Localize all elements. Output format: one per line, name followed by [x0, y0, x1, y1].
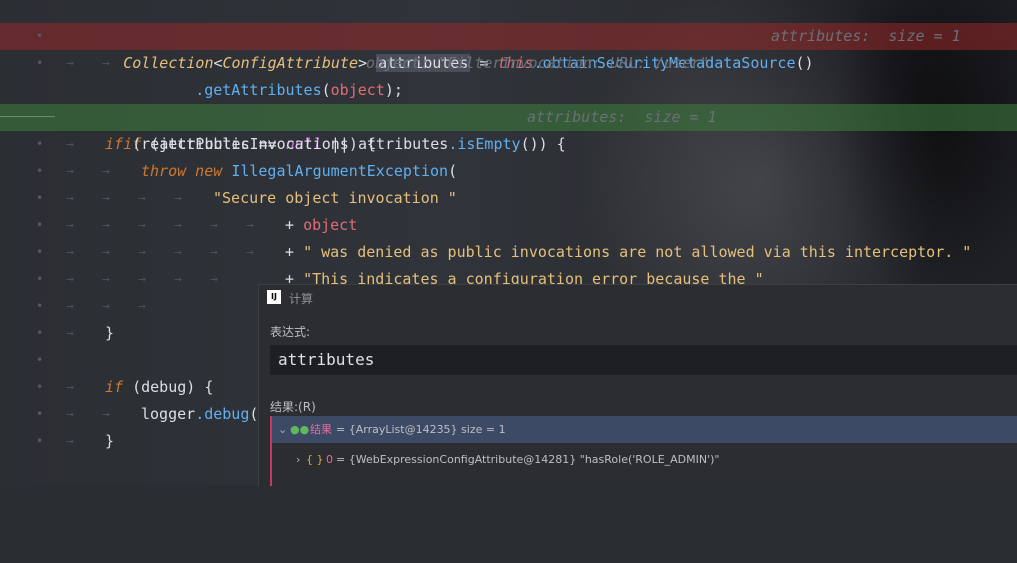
code-line-8[interactable]: • → → → → → → + " was denied as public i…	[0, 239, 1017, 266]
indent-guide-icon: •	[36, 380, 44, 394]
tab-arrow-icon: →	[66, 164, 74, 179]
tab-arrow-icon: →	[66, 272, 74, 287]
indent-guide-icon: •	[36, 137, 44, 151]
tab-arrow-icon: →	[102, 191, 110, 206]
tab-arrow-icon: →	[210, 218, 218, 233]
tab-arrow-icon: →	[66, 407, 74, 422]
indent-guide-icon: •	[36, 29, 44, 43]
result-row[interactable]: ⌄ ●● 结果 = {ArrayList@14235} size = 1	[272, 416, 1017, 443]
inline-debug-hint: object: "FilterInvocation: URL: /user"	[366, 54, 710, 72]
tab-arrow-icon: →	[174, 245, 182, 260]
tab-arrow-icon: →	[246, 218, 254, 233]
tab-arrow-icon: →	[210, 245, 218, 260]
code-line-7[interactable]: • → → → → → → + object	[0, 212, 1017, 239]
tab-arrow-icon: →	[66, 434, 74, 449]
tab-arrow-icon: →	[66, 191, 74, 206]
tab-arrow-icon: →	[66, 218, 74, 233]
indent-guide-icon: •	[36, 299, 44, 313]
indent-guide-icon: •	[36, 326, 44, 340]
chevron-right-icon[interactable]: ›	[296, 446, 300, 473]
tab-arrow-icon: →	[246, 245, 254, 260]
method-call: .getAttributes	[195, 81, 322, 99]
evaluate-expression-dialog[interactable]: IJ 计算 表达式: attributes 结果:(R) ⌄ ●● 结果 = {…	[258, 284, 1017, 486]
child-value: = {WebExpressionConfigAttribute@14281} "…	[336, 453, 720, 466]
tab-arrow-icon: →	[66, 137, 74, 152]
tab-arrow-icon: →	[66, 56, 74, 71]
tab-arrow-icon: →	[138, 245, 146, 260]
code-line-6[interactable]: • → → → → "Secure object invocation "	[0, 185, 1017, 212]
indent-guide-icon: •	[36, 56, 44, 70]
result-label: 结果:(R)	[270, 400, 316, 414]
code-line-2[interactable]: • → → .getAttributes(object); object: "F…	[0, 50, 1017, 99]
result-value: = {ArrayList@14235} size = 1	[336, 423, 506, 436]
tab-arrow-icon: →	[174, 191, 182, 206]
result-tree[interactable]: ⌄ ●● 结果 = {ArrayList@14235} size = 1 › {…	[270, 416, 1017, 486]
dialog-title: 计算	[289, 292, 314, 306]
tab-arrow-icon: →	[174, 272, 182, 287]
tab-arrow-icon: →	[66, 326, 74, 341]
inline-debug-hint: attributes: size = 1	[527, 108, 717, 126]
braces-icon: { }	[306, 453, 324, 466]
chevron-down-icon[interactable]: ⌄	[278, 416, 287, 443]
indent-guide-icon: •	[36, 407, 44, 421]
indent-guide-icon: •	[36, 353, 44, 367]
tab-arrow-icon: →	[102, 164, 110, 179]
tab-arrow-icon: →	[66, 299, 74, 314]
indent-guide-icon: •	[36, 164, 44, 178]
indent-guide-icon: •	[36, 434, 44, 448]
inline-debug-hint: attributes: size = 1	[771, 27, 961, 45]
code-line-1[interactable]: • Collection<ConfigAttribute> attributes…	[0, 23, 1017, 72]
expression-label: 表达式:	[270, 325, 311, 339]
indent-guide-icon: •	[36, 191, 44, 205]
tab-arrow-icon: →	[102, 407, 110, 422]
indent-guide-icon: •	[36, 245, 44, 259]
tab-arrow-icon: →	[138, 299, 146, 314]
code-line-5[interactable]: • → → throw new IllegalArgumentException…	[0, 158, 1017, 185]
result-child-row[interactable]: › { } 0 = {WebExpressionConfigAttribute@…	[272, 446, 1017, 473]
execution-line-icon: ───────	[0, 110, 55, 125]
tab-arrow-icon: →	[138, 272, 146, 287]
code-line-3-current[interactable]: ─────── if (attributes == null || attrib…	[0, 104, 1017, 153]
tab-arrow-icon: →	[102, 56, 110, 71]
indent-guide-icon: •	[36, 218, 44, 232]
tab-arrow-icon: →	[102, 299, 110, 314]
glasses-icon: ●●	[290, 423, 310, 436]
expression-input[interactable]: attributes	[270, 345, 1017, 375]
tab-arrow-icon: →	[174, 218, 182, 233]
parameter-object: object	[330, 81, 385, 99]
intellij-icon: IJ	[267, 290, 281, 304]
code-line-4[interactable]: • → if (rejectPublicInvocations) {	[0, 131, 1017, 158]
result-name: 结果	[310, 423, 332, 436]
tab-arrow-icon: →	[210, 272, 218, 287]
tab-arrow-icon: →	[102, 218, 110, 233]
tab-arrow-icon: →	[138, 191, 146, 206]
tab-arrow-icon: →	[102, 272, 110, 287]
dialog-title-bar[interactable]: IJ 计算	[259, 285, 1017, 313]
indent-guide-icon: •	[36, 272, 44, 286]
tab-arrow-icon: →	[138, 218, 146, 233]
tab-arrow-icon: →	[66, 380, 74, 395]
tab-arrow-icon: →	[66, 245, 74, 260]
tab-arrow-icon: →	[102, 245, 110, 260]
child-index: 0	[326, 453, 333, 466]
